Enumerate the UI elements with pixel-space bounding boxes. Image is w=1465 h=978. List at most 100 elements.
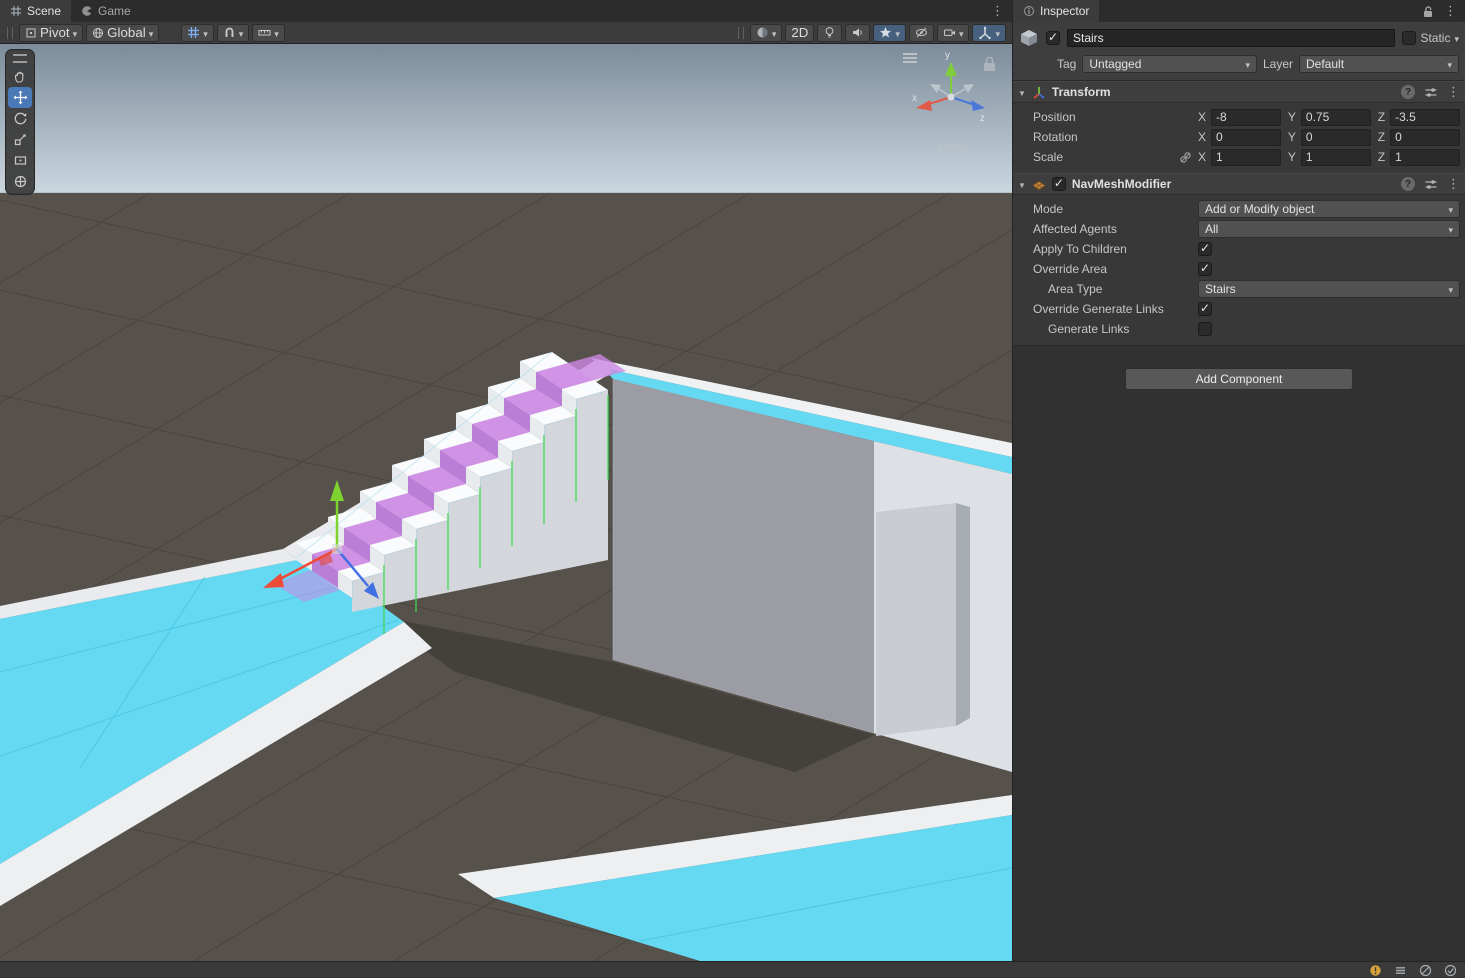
presets-icon[interactable]: [1424, 178, 1438, 191]
scene-panel-menu-icon[interactable]: [991, 3, 1004, 19]
navmesh-enabled-checkbox[interactable]: [1052, 177, 1066, 191]
gizmo-center: [948, 94, 955, 101]
view-hand-tool-button[interactable]: [8, 66, 32, 87]
static-group: Static: [1402, 31, 1459, 45]
scale-x-field[interactable]: [1211, 149, 1281, 166]
override-area-checkbox[interactable]: [1198, 262, 1212, 276]
apply-to-children-label: Apply To Children: [1033, 242, 1127, 256]
scale-tool-button[interactable]: [8, 129, 32, 150]
override-area-label: Override Area: [1033, 262, 1107, 276]
scale-link-icon[interactable]: [1179, 151, 1192, 164]
2d-toggle[interactable]: 2D: [785, 24, 814, 42]
scene-tab-label: Scene: [27, 4, 61, 18]
inspector-tabbar: Inspector: [1013, 0, 1465, 22]
add-component-button[interactable]: Add Component: [1125, 368, 1353, 390]
axis-x-label: X: [1198, 110, 1206, 124]
tab-inspector[interactable]: Inspector: [1013, 0, 1099, 22]
tag-dropdown[interactable]: Untagged: [1082, 55, 1257, 73]
scene-visibility-toggle[interactable]: [909, 24, 934, 42]
rotation-x-field[interactable]: [1211, 129, 1281, 146]
tab-scene[interactable]: Scene: [0, 0, 71, 22]
shaded-sphere-icon: [756, 26, 769, 39]
affected-agents-label: Affected Agents: [1033, 222, 1117, 236]
inspector-empty-area: Add Component: [1013, 345, 1465, 961]
static-flags-dropdown-icon[interactable]: [1454, 31, 1459, 45]
navmeshmodifier-component: NavMeshModifier Mode Add or Modify objec…: [1013, 173, 1465, 345]
tab-game[interactable]: Game: [71, 0, 141, 22]
lighting-toggle[interactable]: [817, 24, 842, 42]
position-x-field[interactable]: [1211, 109, 1281, 126]
warning-status-icon[interactable]: [1369, 964, 1382, 977]
presets-icon[interactable]: [1424, 86, 1438, 99]
transform-tool-button[interactable]: [8, 171, 32, 192]
help-icon[interactable]: [1401, 85, 1415, 99]
speaker-icon: [851, 26, 864, 39]
inspector-menu-icon[interactable]: [1444, 3, 1457, 19]
generate-links-checkbox[interactable]: [1198, 322, 1212, 336]
transform-menu-icon[interactable]: [1447, 84, 1460, 100]
effects-dropdown[interactable]: [873, 24, 906, 42]
camera-dropdown[interactable]: [937, 24, 970, 42]
tag-value: Untagged: [1089, 57, 1241, 71]
position-y-field[interactable]: [1301, 109, 1371, 126]
mode-dropdown[interactable]: Add or Modify object: [1198, 200, 1460, 218]
navmesh-title: NavMeshModifier: [1072, 177, 1171, 191]
navmesh-foldout[interactable]: [1018, 177, 1026, 191]
inspector-tab-icon: [1023, 5, 1035, 17]
persp-label[interactable]: Persp: [938, 140, 970, 154]
rotate-icon: [13, 111, 28, 126]
grid-snap-icon: [187, 26, 200, 39]
game-tab-icon: [81, 5, 93, 17]
gameobject-cube-icon: [1019, 28, 1039, 48]
navmesh-menu-icon[interactable]: [1447, 176, 1460, 192]
increment-snap-dropdown[interactable]: [217, 24, 250, 42]
scene-viewport[interactable]: y x z Persp: [0, 44, 1012, 961]
help-icon[interactable]: [1401, 177, 1415, 191]
draw-mode-dropdown[interactable]: [750, 24, 783, 42]
apply-to-children-checkbox[interactable]: [1198, 242, 1212, 256]
progress-status-icon[interactable]: [1444, 964, 1457, 977]
axis-y-label: Y: [1288, 130, 1296, 144]
activity-status-icon[interactable]: [1419, 964, 1432, 977]
rotation-y-field[interactable]: [1301, 129, 1371, 146]
axis-z-label: Z: [1378, 150, 1385, 164]
gizmos-dropdown[interactable]: [972, 24, 1006, 42]
move-tool-button[interactable]: [8, 87, 32, 108]
static-label: Static: [1420, 31, 1450, 45]
measure-dropdown[interactable]: [252, 24, 285, 42]
rotation-z-field[interactable]: [1390, 129, 1460, 146]
toolbar-grip[interactable]: [7, 27, 13, 39]
override-generate-links-checkbox[interactable]: [1198, 302, 1212, 316]
audio-toggle[interactable]: [845, 24, 870, 42]
gameobject-name-field[interactable]: [1067, 29, 1395, 47]
position-z-field[interactable]: [1390, 109, 1460, 126]
scale-y-field[interactable]: [1301, 149, 1371, 166]
area-type-dropdown[interactable]: Stairs: [1198, 280, 1460, 298]
mode-label: Mode: [1033, 202, 1063, 216]
inspector-tab-label: Inspector: [1040, 4, 1089, 18]
gameobject-active-checkbox[interactable]: [1046, 31, 1060, 45]
scale-icon: [13, 132, 28, 147]
transform-tool-icon: [13, 174, 28, 189]
scene-tabbar: Scene Game: [0, 0, 1012, 22]
rotate-tool-button[interactable]: [8, 108, 32, 129]
rect-tool-button[interactable]: [8, 150, 32, 171]
override-generate-links-label: Override Generate Links: [1033, 302, 1164, 316]
lightbulb-icon: [823, 26, 836, 39]
position-label: Position: [1033, 110, 1076, 124]
transform-foldout[interactable]: [1018, 85, 1026, 99]
pivot-dropdown[interactable]: Pivot: [19, 24, 83, 42]
affected-agents-dropdown[interactable]: All: [1198, 220, 1460, 238]
static-checkbox[interactable]: [1402, 31, 1416, 45]
lock-icon[interactable]: [1422, 5, 1434, 18]
toolbar-grip-right[interactable]: [738, 27, 744, 39]
hidden-eye-icon: [915, 26, 928, 39]
gameobject-header: Static Tag Untagged Layer Default: [1013, 22, 1465, 81]
tools-drag-handle[interactable]: [13, 54, 27, 63]
layer-dropdown[interactable]: Default: [1299, 55, 1459, 73]
scale-z-field[interactable]: [1390, 149, 1460, 166]
global-dropdown[interactable]: Global: [86, 24, 159, 42]
console-status-icon[interactable]: [1394, 964, 1407, 977]
gizmos-axes-icon: [978, 26, 992, 40]
grid-snap-dropdown[interactable]: [181, 24, 214, 42]
